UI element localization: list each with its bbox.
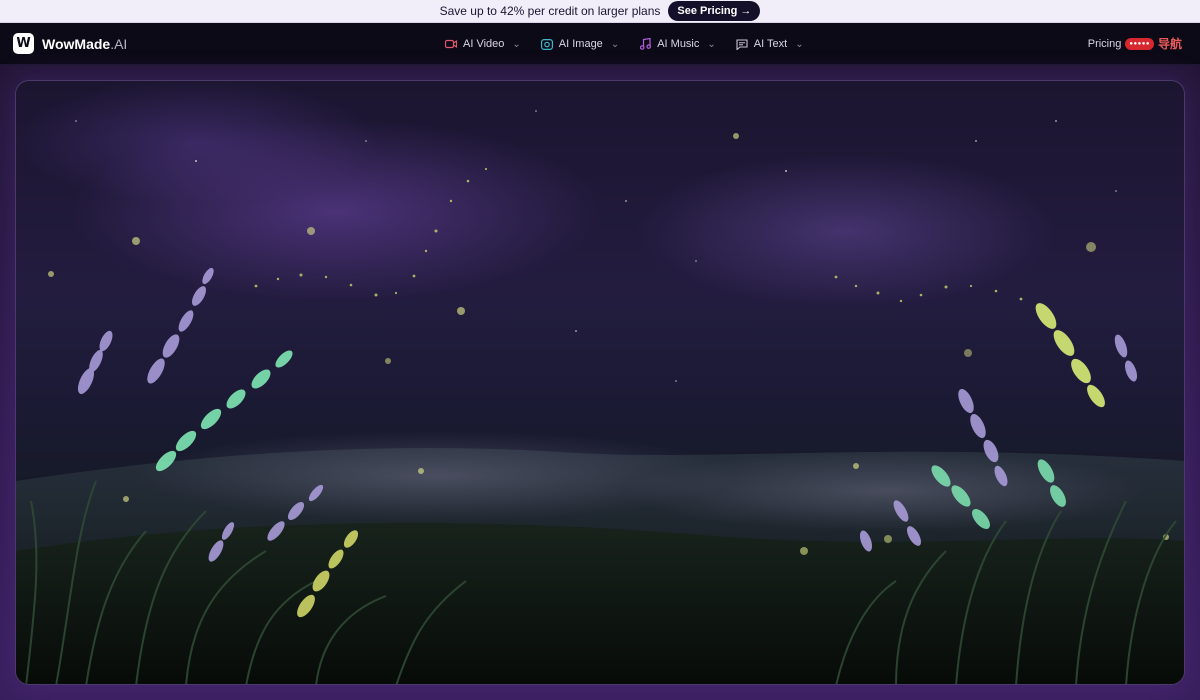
video-icon [445,38,457,50]
menu-ai-image[interactable]: AI Image ⌄ [540,38,620,50]
menu-ai-video[interactable]: AI Video ⌄ [445,38,521,50]
extension-strip-icon[interactable]: ●●●●● [1125,37,1154,50]
menu-ai-text[interactable]: AI Text ⌄ [736,38,804,50]
chevron-down-icon: ⌄ [610,38,620,50]
brand-logo[interactable]: W WowMade.AI [13,33,127,54]
menu-ai-music-label: AI Music [657,38,700,50]
message-icon [736,38,748,50]
promo-bar: Save up to 42% per credit on larger plan… [0,0,1200,23]
camera-icon [540,38,553,50]
menu-ai-video-label: AI Video [463,38,505,50]
nav-right: Pricing ●●●●● 导航 [1088,35,1182,52]
promo-text: Save up to 42% per credit on larger plan… [439,4,661,18]
top-nav: W WowMade.AI AI Video ⌄ AI Image ⌄ AI Mu… [0,23,1200,65]
extension-badge[interactable]: 导航 [1158,35,1182,52]
night-meadow-illustration [16,110,1184,684]
chevron-down-icon: ⌄ [512,38,521,50]
brand-name-main: WowMade [42,35,111,52]
music-note-icon [639,38,651,50]
see-pricing-button[interactable]: See Pricing → [668,1,761,21]
menu-ai-music[interactable]: AI Music ⌄ [639,38,716,50]
chevron-down-icon: ⌄ [795,38,804,50]
hero-video[interactable] [15,80,1185,685]
main-menu: AI Video ⌄ AI Image ⌄ AI Music ⌄ AI Text… [445,23,804,65]
chevron-down-icon: ⌄ [707,38,716,50]
logo-mark-icon: W [13,33,34,54]
menu-ai-image-label: AI Image [558,38,603,50]
menu-ai-text-label: AI Text [753,38,788,50]
pricing-link[interactable]: Pricing [1088,38,1122,50]
brand-name: WowMade.AI [42,36,127,52]
brand-name-suffix: .AI [110,35,128,52]
